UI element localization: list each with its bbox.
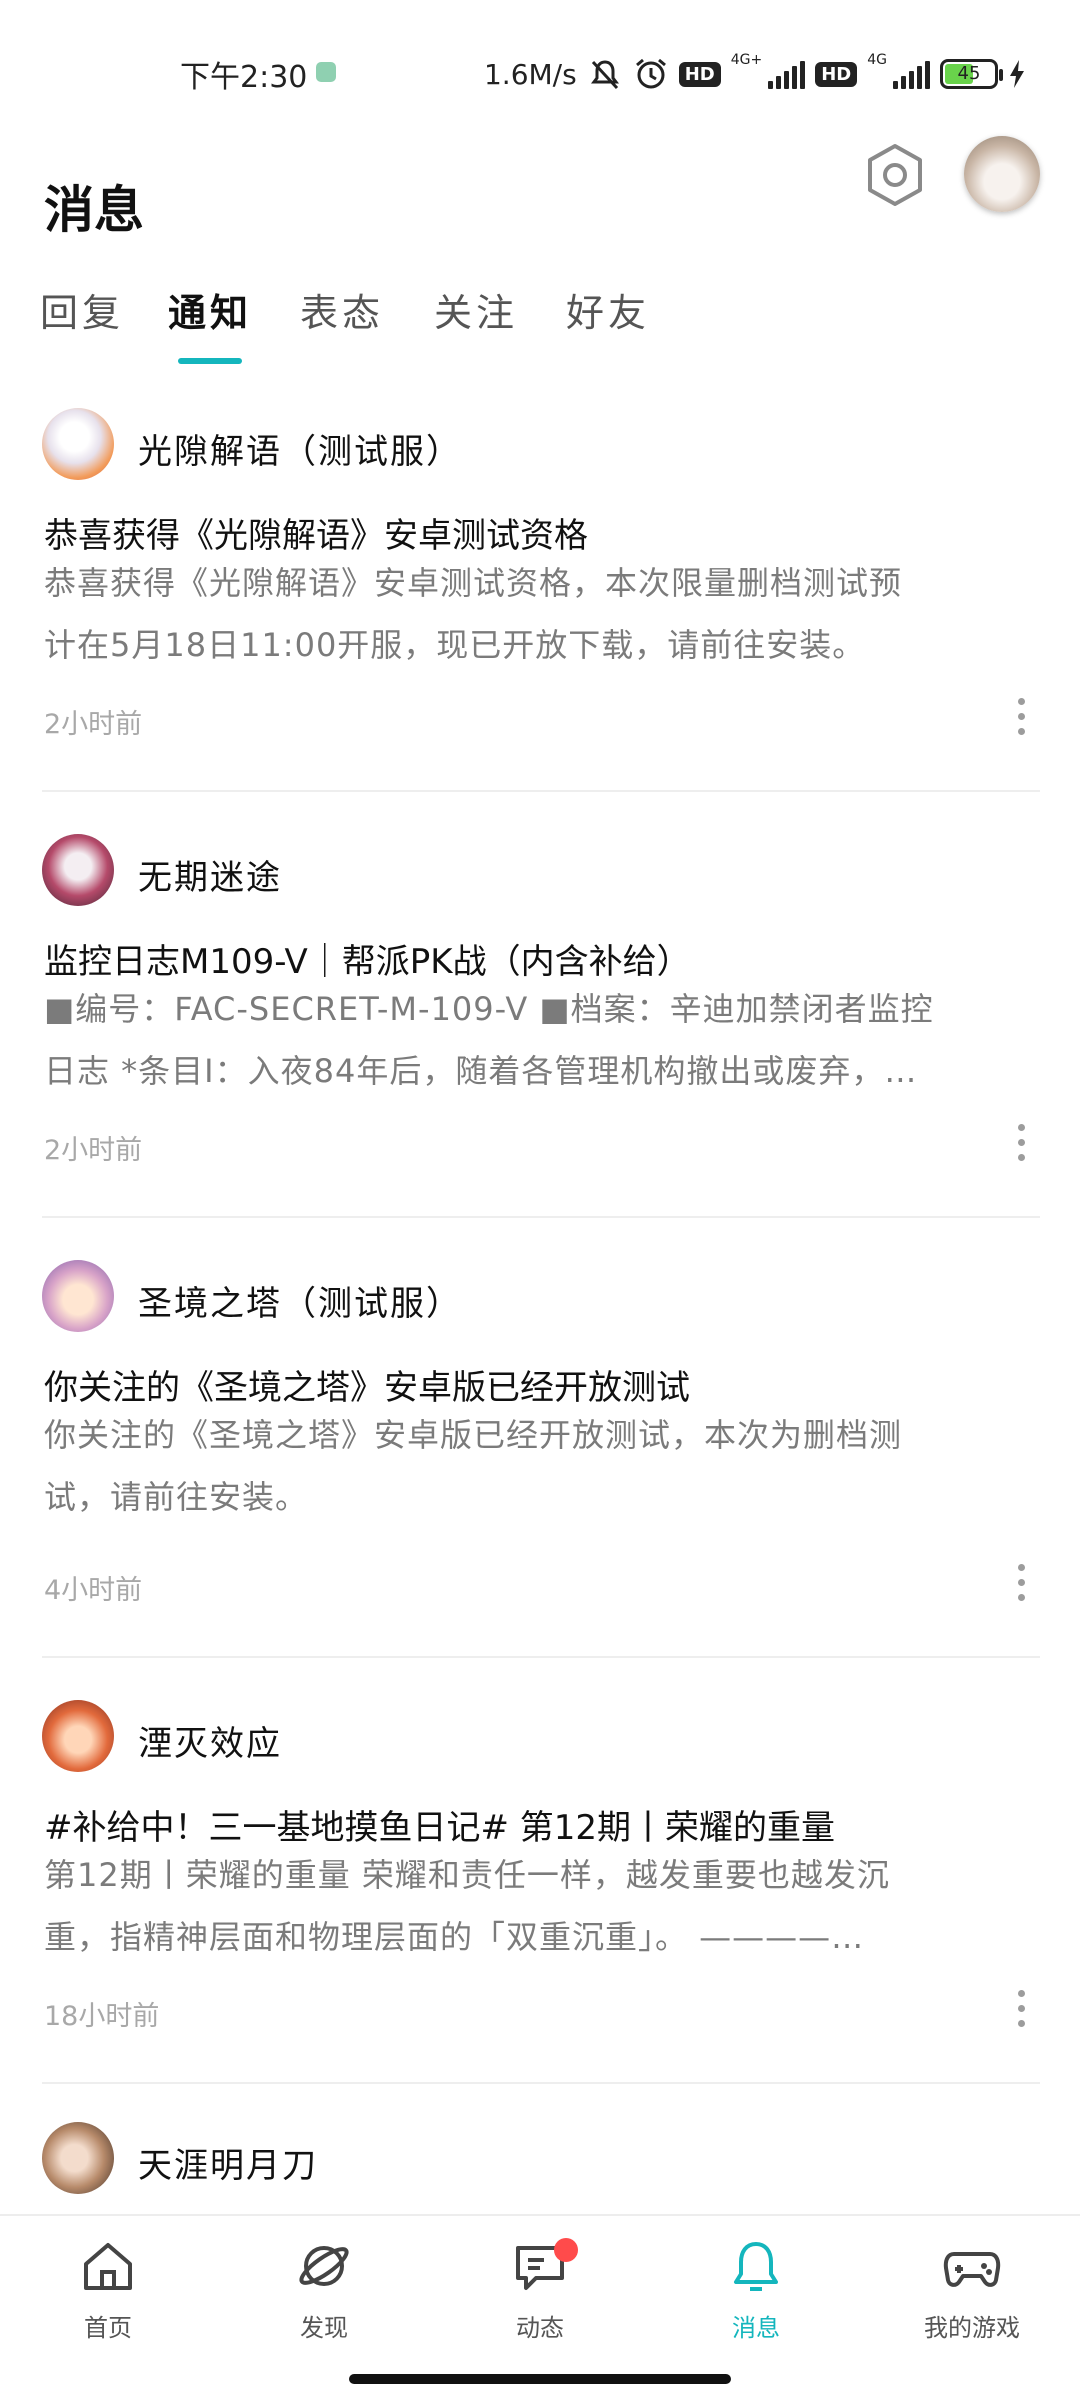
notification-body-line: 你关注的《圣境之塔》安卓版已经开放测试，本次为删档测 <box>44 1416 903 1454</box>
notification-time: 18小时前 <box>44 2001 160 2032</box>
charging-icon <box>1010 60 1024 88</box>
settings-icon[interactable] <box>862 142 928 208</box>
sender-avatar <box>42 834 114 906</box>
sender-avatar <box>42 2122 114 2194</box>
sender-avatar <box>42 1700 114 1772</box>
nav-feed[interactable]: 动态 <box>460 2236 620 2366</box>
mute-icon <box>590 60 619 90</box>
hd-badge-1: HD <box>678 61 721 87</box>
nav-my-games-label: 我的游戏 <box>924 2314 1020 2342</box>
sender-name: 天涯明月刀 <box>138 2146 318 2186</box>
net-speed: 1.6M/s <box>483 57 577 91</box>
notification-body: 恭喜获得《光隙解语》安卓测试资格，本次限量删档测试预 计在5月18日11:00开… <box>44 552 1044 676</box>
discover-planet-icon <box>299 2246 349 2286</box>
notification-body-line: 重，指精神层面和物理层面的「双重沉重」。 ————… <box>44 1918 865 1956</box>
more-icon[interactable] <box>1008 1124 1036 1164</box>
more-icon[interactable] <box>1008 1990 1036 2030</box>
nav-messages-label: 消息 <box>732 2314 780 2342</box>
home-icon <box>84 2243 132 2290</box>
tab-follows[interactable]: 关注 <box>434 282 518 337</box>
notification-body: 你关注的《圣境之塔》安卓版已经开放测试，本次为删档测 试，请前往安装。 <box>44 1404 1044 1528</box>
notification-headline: 监控日志M109-V｜帮派PK战（内含补给） <box>44 942 691 982</box>
notification-headline: 恭喜获得《光隙解语》安卓测试资格 <box>44 516 588 556</box>
bell-icon <box>734 2242 778 2291</box>
user-avatar[interactable] <box>964 136 1040 212</box>
nav-feed-label: 动态 <box>516 2314 564 2342</box>
notification-time: 2小时前 <box>44 709 143 740</box>
network-type-1: 4G+ <box>730 52 763 68</box>
tab-active-indicator <box>178 358 242 364</box>
more-icon[interactable] <box>1008 698 1036 738</box>
tab-friends[interactable]: 好友 <box>566 282 650 337</box>
message-app-icon <box>316 62 336 82</box>
divider <box>42 1216 1040 1218</box>
notification-body-line: 试，请前往安装。 <box>44 1478 309 1516</box>
sender-name: 湮灭效应 <box>138 1724 282 1764</box>
status-time: 下午2:30 <box>180 60 308 95</box>
sender-name: 圣境之塔（测试服） <box>138 1284 462 1324</box>
nav-home[interactable]: 首页 <box>28 2236 188 2366</box>
notification-body-line: 日志 *条目I：入夜84年后，随着各管理机构撤出或废弃，… <box>44 1052 918 1090</box>
more-icon[interactable] <box>1008 1564 1036 1604</box>
bottom-nav: 首页 发现 动态 消息 我的游戏 <box>0 2214 1080 2400</box>
nav-messages[interactable]: 消息 <box>676 2236 836 2366</box>
tab-bar: 回复 通知 表态 关注 好友 <box>0 270 1080 370</box>
notification-body-line: ■编号：FAC-SECRET-M-109-V ■档案：辛迪加禁闭者监控 <box>44 990 934 1028</box>
sender-avatar <box>42 408 114 480</box>
status-bar: 下午2:30 1.6M/s HD 4G+ HD 4G 45 <box>0 0 1080 140</box>
divider <box>42 790 1040 792</box>
notification-body: ■编号：FAC-SECRET-M-109-V ■档案：辛迪加禁闭者监控 日志 *… <box>44 978 1044 1102</box>
tab-reactions[interactable]: 表态 <box>300 282 384 337</box>
page-title: 消息 <box>44 181 144 239</box>
notification-headline: 你关注的《圣境之塔》安卓版已经开放测试 <box>44 1368 690 1408</box>
notification-body-line: 计在5月18日11:00开服，现已开放下载，请前往安装。 <box>44 626 866 664</box>
battery-icon: 45 <box>940 59 1003 89</box>
signal-icon-1 <box>768 59 806 89</box>
alarm-icon <box>635 58 666 89</box>
status-indicators: 1.6M/s HD 4G+ HD 4G 45 <box>484 52 1026 96</box>
divider <box>42 2082 1040 2084</box>
notification-badge <box>554 2238 578 2262</box>
notification-time: 4小时前 <box>44 1575 143 1606</box>
gamepad-icon <box>943 2252 1001 2287</box>
network-type-2: 4G <box>867 52 887 68</box>
nav-my-games[interactable]: 我的游戏 <box>892 2236 1052 2366</box>
notification-body: 第12期丨荣耀的重量 荣耀和责任一样，越发重要也越发沉 重，指精神层面和物理层面… <box>44 1844 1044 1968</box>
notification-headline: #补给中！三一基地摸鱼日记# 第12期丨荣耀的重量 <box>44 1808 836 1848</box>
sender-name: 光隙解语（测试服） <box>138 432 462 472</box>
sender-avatar <box>42 1260 114 1332</box>
nav-discover[interactable]: 发现 <box>244 2236 404 2366</box>
tab-notifications[interactable]: 通知 <box>168 282 252 337</box>
notification-body-line: 恭喜获得《光隙解语》安卓测试资格，本次限量删档测试预 <box>44 564 903 602</box>
sender-name: 无期迷途 <box>138 858 282 898</box>
notification-time: 2小时前 <box>44 1135 143 1166</box>
battery-level: 45 <box>957 63 981 84</box>
tab-replies[interactable]: 回复 <box>40 282 124 337</box>
signal-icon-2 <box>893 59 930 89</box>
nav-home-label: 首页 <box>84 2314 132 2342</box>
nav-discover-label: 发现 <box>300 2314 348 2342</box>
divider <box>42 1656 1040 1658</box>
hd-badge-2: HD <box>815 61 858 87</box>
notification-body-line: 第12期丨荣耀的重量 荣耀和责任一样，越发重要也越发沉 <box>44 1856 890 1894</box>
home-indicator[interactable] <box>349 2374 731 2384</box>
